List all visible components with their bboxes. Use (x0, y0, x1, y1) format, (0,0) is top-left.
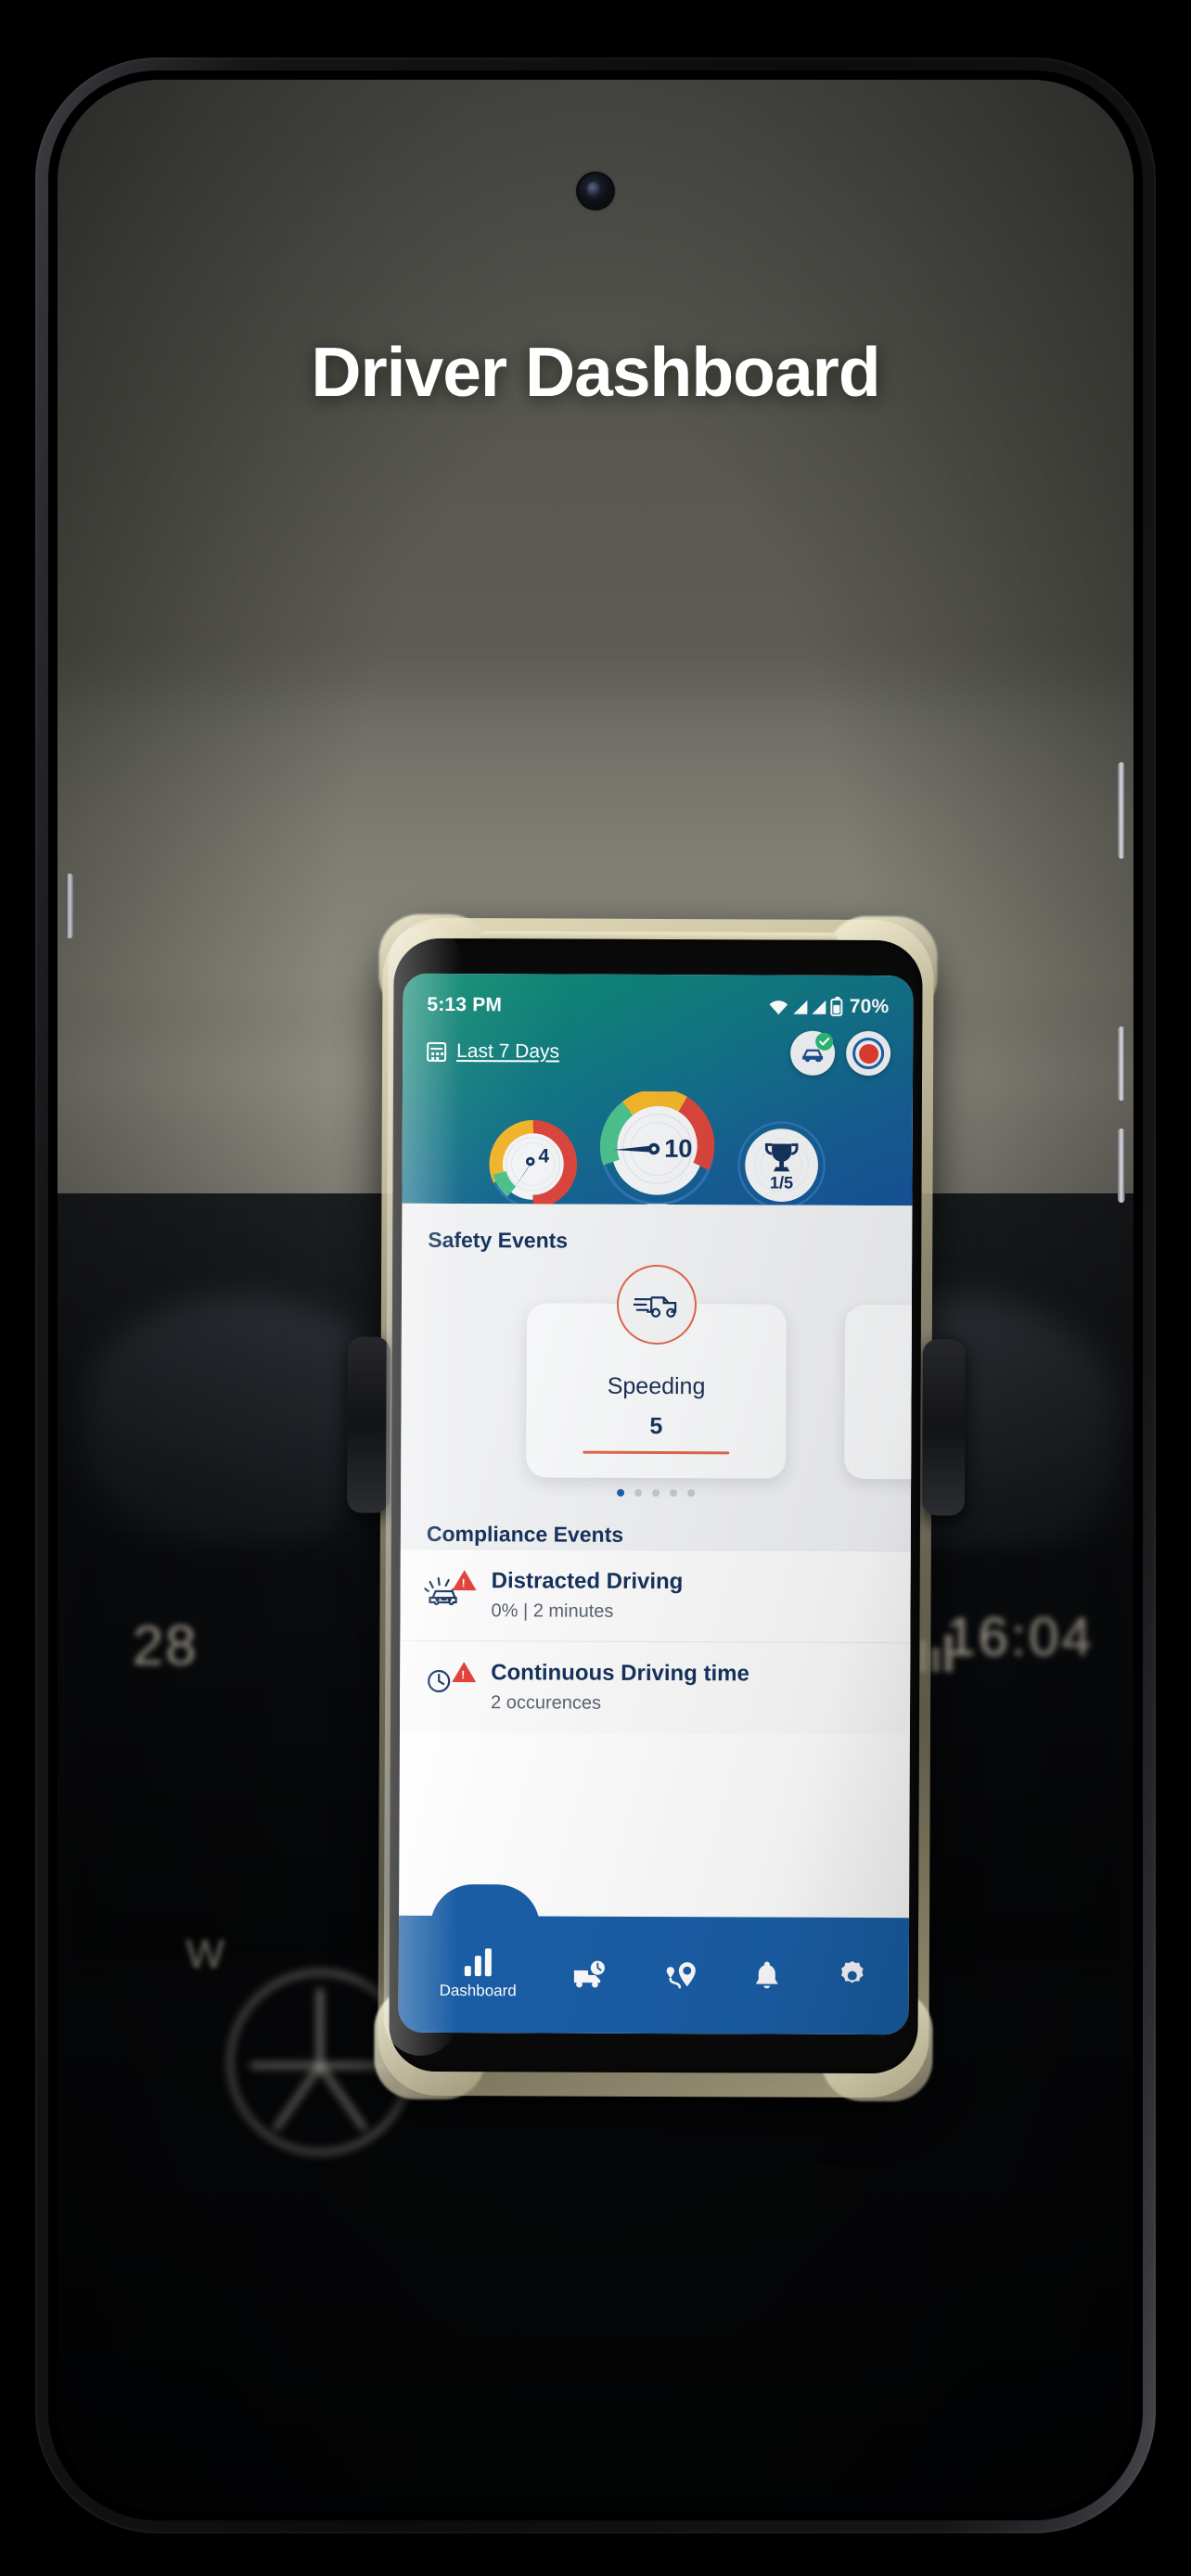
list-item-subtitle: 2 occurences (491, 1692, 602, 1714)
calendar-icon (427, 1041, 447, 1062)
bar-chart-icon (464, 1948, 492, 1977)
speeding-truck-icon (616, 1264, 698, 1345)
gauge-my-score-dial: 10 (599, 1089, 715, 1212)
nav-items: Dashboard (399, 1916, 910, 2034)
safety-card-underline (583, 1450, 730, 1455)
carousel-dot[interactable] (652, 1488, 660, 1498)
compliance-events-title: Compliance Events (426, 1521, 624, 1547)
list-item-subtitle: 0% | 2 minutes (491, 1600, 614, 1622)
assistant-button[interactable] (66, 874, 73, 938)
clock-alert-icon (424, 1662, 477, 1708)
inner-phone-body: 5:13 PM 70% Last 7 Days 4 10 1/5 Safety … (389, 937, 923, 2074)
status-bar: 5:13 PM 70% (403, 974, 913, 1018)
gauge-needle-icon: 4 (489, 1119, 578, 1208)
bell-icon (756, 1961, 779, 1989)
nav-alerts[interactable] (753, 1959, 781, 1991)
gauge-my-team-dial: 4 (488, 1119, 578, 1213)
app-content: Safety Events Speeding 5 Compliance Even… (399, 1203, 914, 1735)
header-actions (790, 1030, 891, 1077)
safety-card-next-peek[interactable] (844, 1304, 914, 1480)
volume-down-button[interactable] (1118, 1129, 1125, 1203)
safety-card-speeding[interactable]: Speeding 5 (526, 1264, 787, 1479)
vehicle-check-button[interactable] (790, 1030, 836, 1076)
compliance-events-list: Distracted Driving 0% | 2 minutes (399, 1548, 911, 1735)
date-range-selector[interactable]: Last 7 Days (427, 1040, 559, 1064)
truck-clock-icon (573, 1960, 605, 1988)
safety-events-carousel[interactable]: Speeding 5 (401, 1264, 914, 1499)
distracted-driving-icon (423, 1570, 477, 1616)
signal-icon (793, 1000, 808, 1014)
speeding-truck-glyph (633, 1296, 677, 1318)
record-button[interactable] (846, 1030, 891, 1077)
check-icon (819, 1037, 830, 1046)
power-button[interactable] (1118, 762, 1125, 859)
safety-card-value: 5 (649, 1412, 663, 1440)
outer-phone-screen: 28 16:04 W (58, 80, 1133, 2511)
carousel-pagination[interactable] (617, 1488, 696, 1498)
list-item[interactable]: Continuous Driving time 2 occurences (399, 1639, 911, 1735)
bottom-navigation-bar: Dashboard (398, 1883, 910, 2035)
battery-icon (830, 998, 843, 1016)
nav-locations[interactable] (664, 1959, 698, 1991)
gauge-my-rank-value-text: 1/5 (770, 1172, 793, 1192)
gauge-my-score-value-text: 10 (664, 1134, 692, 1163)
list-item[interactable]: Distracted Driving 0% | 2 minutes (400, 1548, 911, 1643)
list-item-title: Distracted Driving (491, 1568, 684, 1595)
signal-icon (812, 1000, 826, 1014)
page-title: Driver Dashboard (311, 333, 880, 411)
list-item-text: Distracted Driving 0% | 2 minutes (491, 1568, 683, 1623)
record-dot (858, 1043, 878, 1064)
check-badge-icon (815, 1032, 834, 1051)
date-range-label: Last 7 Days (456, 1040, 560, 1063)
nav-trips[interactable] (572, 1960, 609, 1990)
nav-dashboard[interactable]: Dashboard (440, 1948, 517, 2000)
status-icons: 70% (769, 995, 890, 1019)
safety-card-title: Speeding (607, 1372, 706, 1400)
map-pin-route-icon (666, 1962, 696, 1989)
wifi-icon (769, 1000, 788, 1014)
carousel-dot[interactable] (634, 1488, 643, 1497)
list-item-title: Continuous Driving time (491, 1660, 749, 1687)
app-screen: 5:13 PM 70% Last 7 Days 4 10 1/5 Safety … (398, 973, 914, 2035)
gauge-my-rank-dial: 1/5 (736, 1120, 826, 1214)
list-item-text: Continuous Driving time 2 occurences (491, 1660, 749, 1715)
carousel-dot[interactable] (617, 1488, 625, 1497)
mount-arm-right (921, 1339, 966, 1516)
gear-icon (841, 1960, 864, 1983)
gauge-needle-icon: 10 (599, 1089, 715, 1206)
app-header: 5:13 PM 70% Last 7 Days 4 10 1/5 (402, 973, 914, 1243)
alert-triangle-icon (452, 1570, 477, 1591)
record-icon (852, 1037, 885, 1070)
front-camera-icon (579, 174, 612, 208)
carousel-dot[interactable] (670, 1489, 678, 1498)
carousel-dot[interactable] (687, 1489, 696, 1498)
outer-device-mockup: 28 16:04 W (0, 0, 1191, 2576)
trophy-icon: 1/5 (737, 1121, 826, 1209)
mount-arm-left (346, 1336, 391, 1513)
outer-phone-bezel: 28 16:04 W (48, 70, 1143, 2520)
nav-settings[interactable] (837, 1960, 868, 1992)
alert-triangle-icon (452, 1662, 477, 1683)
status-time: 5:13 PM (427, 993, 503, 1016)
header-controls-row: Last 7 Days (403, 1016, 913, 1077)
battery-percent: 70% (849, 995, 890, 1018)
inner-phone-in-mount: 5:13 PM 70% Last 7 Days 4 10 1/5 Safety … (346, 913, 966, 2102)
nav-dashboard-label: Dashboard (439, 1981, 517, 2000)
volume-up-button[interactable] (1118, 1027, 1125, 1101)
gauge-my-team-value-text: 4 (538, 1146, 549, 1167)
outer-phone-body: 28 16:04 W (35, 57, 1156, 2533)
